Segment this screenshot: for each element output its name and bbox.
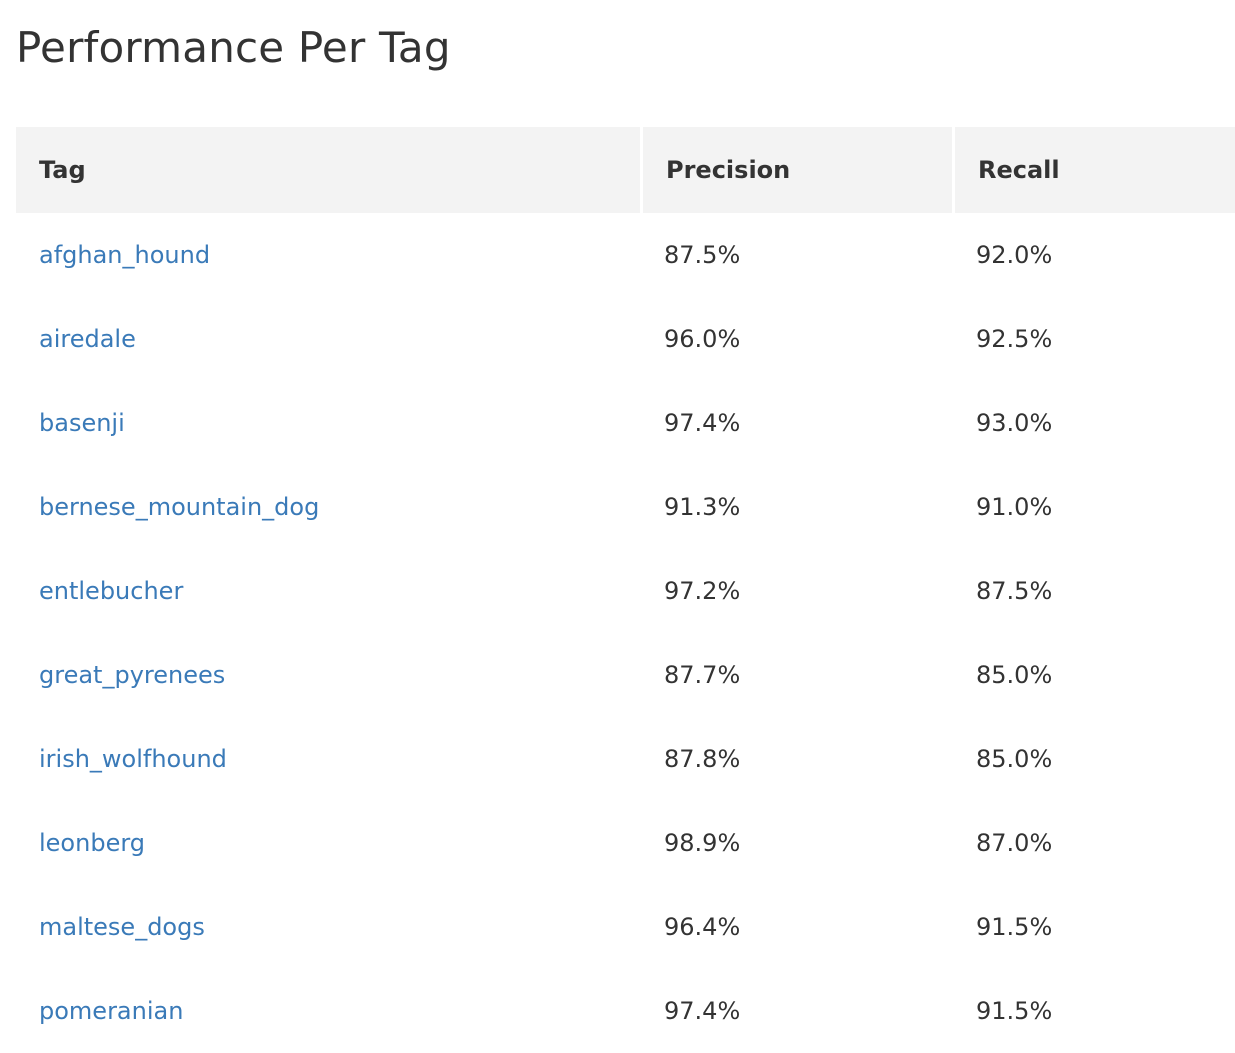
precision-cell: 91.3% xyxy=(664,493,741,521)
tag-link[interactable]: airedale xyxy=(39,325,136,353)
recall-cell: 92.5% xyxy=(976,325,1053,353)
tag-cell: airedale xyxy=(16,297,640,381)
precision-cell: 96.4% xyxy=(664,913,741,941)
recall-cell: 91.5% xyxy=(976,997,1053,1025)
table-row: airedale 96.0% 92.5% xyxy=(16,297,1235,381)
tag-link[interactable]: irish_wolfhound xyxy=(39,745,227,773)
table-row: great_pyrenees 87.7% 85.0% xyxy=(16,633,1235,717)
table-row: maltese_dogs 96.4% 91.5% xyxy=(16,885,1235,969)
tag-link[interactable]: leonberg xyxy=(39,829,145,857)
column-header-recall[interactable]: Recall xyxy=(952,127,1235,213)
precision-cell: 87.8% xyxy=(664,745,741,773)
precision-cell: 87.7% xyxy=(664,661,741,689)
column-header-precision[interactable]: Precision xyxy=(640,127,952,213)
tag-cell: bernese_mountain_dog xyxy=(16,465,640,549)
tag-cell: maltese_dogs xyxy=(16,885,640,969)
recall-cell: 92.0% xyxy=(976,241,1053,269)
recall-cell: 85.0% xyxy=(976,745,1053,773)
tag-link[interactable]: maltese_dogs xyxy=(39,913,205,941)
performance-table: Tag Precision Recall afghan_hound 87.5% … xyxy=(16,127,1235,1053)
table-row: bernese_mountain_dog 91.3% 91.0% xyxy=(16,465,1235,549)
tag-link[interactable]: entlebucher xyxy=(39,577,183,605)
tag-link[interactable]: great_pyrenees xyxy=(39,661,225,689)
table-row: basenji 97.4% 93.0% xyxy=(16,381,1235,465)
column-header-tag[interactable]: Tag xyxy=(16,127,640,213)
table-row: irish_wolfhound 87.8% 85.0% xyxy=(16,717,1235,801)
precision-cell: 96.0% xyxy=(664,325,741,353)
precision-cell: 87.5% xyxy=(664,241,741,269)
tag-cell: basenji xyxy=(16,381,640,465)
page-title: Performance Per Tag xyxy=(16,23,451,72)
tag-link[interactable]: bernese_mountain_dog xyxy=(39,493,319,521)
precision-cell: 97.4% xyxy=(664,997,741,1025)
tag-cell: irish_wolfhound xyxy=(16,717,640,801)
table-header-row: Tag Precision Recall xyxy=(16,127,1235,213)
precision-cell: 97.4% xyxy=(664,409,741,437)
tag-link[interactable]: pomeranian xyxy=(39,997,183,1025)
precision-cell: 97.2% xyxy=(664,577,741,605)
recall-cell: 91.0% xyxy=(976,493,1053,521)
recall-cell: 93.0% xyxy=(976,409,1053,437)
tag-cell: entlebucher xyxy=(16,549,640,633)
tag-cell: afghan_hound xyxy=(16,213,640,297)
tag-cell: leonberg xyxy=(16,801,640,885)
table-row: afghan_hound 87.5% 92.0% xyxy=(16,213,1235,297)
recall-cell: 85.0% xyxy=(976,661,1053,689)
tag-cell: great_pyrenees xyxy=(16,633,640,717)
recall-cell: 91.5% xyxy=(976,913,1053,941)
table-row: leonberg 98.9% 87.0% xyxy=(16,801,1235,885)
tag-link[interactable]: basenji xyxy=(39,409,125,437)
recall-cell: 87.5% xyxy=(976,577,1053,605)
tag-cell: pomeranian xyxy=(16,969,640,1053)
tag-link[interactable]: afghan_hound xyxy=(39,241,210,269)
table-row: pomeranian 97.4% 91.5% xyxy=(16,969,1235,1053)
recall-cell: 87.0% xyxy=(976,829,1053,857)
table-row: entlebucher 97.2% 87.5% xyxy=(16,549,1235,633)
precision-cell: 98.9% xyxy=(664,829,741,857)
